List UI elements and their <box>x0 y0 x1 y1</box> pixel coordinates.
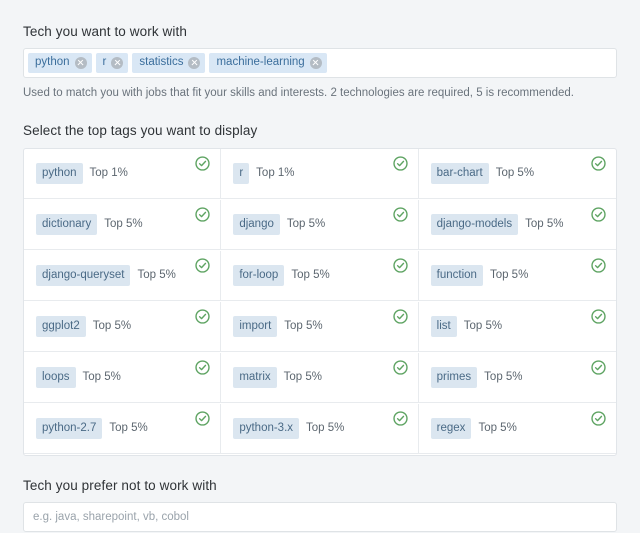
tag-selected-check-icon[interactable] <box>195 360 211 375</box>
tech-want-input[interactable]: python r statistics machine-learning <box>23 48 617 78</box>
tech-want-pill-label: python <box>35 56 70 69</box>
tag-name: primes <box>430 367 478 388</box>
tag-selected-check-icon[interactable] <box>591 207 606 222</box>
tag-cell[interactable]: function Top 5% <box>418 251 616 301</box>
tag-rank-label: Top 5% <box>283 371 322 384</box>
tag-selected-check-icon[interactable] <box>195 411 211 426</box>
tag-selected-check-icon[interactable] <box>392 309 408 324</box>
tag-selected-check-icon[interactable] <box>392 411 408 426</box>
tag-cell[interactable]: primes Top 5% <box>418 353 616 403</box>
remove-tag-icon[interactable] <box>74 57 87 69</box>
tag-rank-label: Top 5% <box>525 218 564 231</box>
remove-tag-icon[interactable] <box>188 57 201 69</box>
tag-name: python-2.7 <box>36 418 103 439</box>
tag-rank-label: Top 5% <box>92 320 132 333</box>
tag-name: python <box>36 163 83 184</box>
settings-page: Tech you want to work with python r statis… <box>0 0 640 533</box>
tag-cell[interactable]: matrix Top 5% <box>221 352 419 403</box>
tech-want-pill[interactable]: machine-learning <box>209 53 327 73</box>
tech-want-helper-text: Used to match you with jobs that fit you… <box>23 87 574 99</box>
tag-rank-label: Top 5% <box>478 422 517 435</box>
tag-selected-check-icon[interactable] <box>591 411 606 426</box>
tag-cell[interactable]: python Top 1% <box>24 148 222 199</box>
tag-name: django-queryset <box>36 265 131 286</box>
tech-want-pill[interactable]: r <box>95 53 129 73</box>
tag-cell[interactable]: django-queryset Top 5% <box>24 250 222 301</box>
tag-name: r <box>233 163 250 184</box>
tag-rank-label: Top 5% <box>463 320 503 333</box>
tag-cell[interactable]: python-3.x Top 5% <box>221 403 419 454</box>
tag-name: bar-chart <box>430 163 489 184</box>
tag-selected-check-icon[interactable] <box>195 258 211 273</box>
tag-selected-check-icon[interactable] <box>591 360 606 375</box>
tech-avoid-title: Tech you prefer not to work with <box>23 477 217 493</box>
tag-cell[interactable]: for-loop Top 5% <box>221 250 419 301</box>
tag-rank-label: Top 1% <box>256 167 295 180</box>
tag-name: list <box>430 316 457 337</box>
tag-cell[interactable]: django Top 5% <box>221 199 419 250</box>
tech-want-pill[interactable]: python <box>28 53 92 73</box>
tag-name: django-models <box>430 214 519 235</box>
tag-name: python-3.x <box>233 418 300 439</box>
tech-want-pill-label: statistics <box>139 56 184 69</box>
tag-rank-label: Top 5% <box>484 371 523 384</box>
page-title: Tech you want to work with <box>23 24 187 39</box>
tag-name: loops <box>36 367 76 388</box>
tag-cell[interactable]: list Top 5% <box>418 302 616 352</box>
tag-rank-label: Top 5% <box>306 422 345 435</box>
top-tags-grid: python Top 1% r Top 1% bar-chart Top 5% dictio… <box>23 147 617 456</box>
tag-cell[interactable]: regex Top 5% <box>418 404 616 454</box>
tag-selected-check-icon[interactable] <box>195 207 211 222</box>
tag-selected-check-icon[interactable] <box>591 258 606 273</box>
tech-want-pill-label: machine-learning <box>216 56 305 69</box>
tag-rank-label: Top 5% <box>291 269 330 282</box>
tag-cell[interactable]: django-models Top 5% <box>418 200 616 250</box>
tag-name: ggplot2 <box>36 316 86 337</box>
tag-cell[interactable]: python-2.7 Top 5% <box>24 403 222 454</box>
tag-name: matrix <box>233 367 277 388</box>
tag-name: django <box>233 214 280 235</box>
tag-selected-check-icon[interactable] <box>591 309 606 324</box>
tech-want-pill-label: r <box>102 56 107 69</box>
tag-cell[interactable]: import Top 5% <box>221 301 419 352</box>
tag-rank-label: Top 5% <box>137 269 176 282</box>
tag-rank-label: Top 5% <box>109 422 148 435</box>
tag-rank-label: Top 5% <box>495 167 535 180</box>
tech-avoid-placeholder: e.g. java, sharepoint, vb, cobol <box>33 510 189 523</box>
tag-rank-label: Top 5% <box>286 218 326 231</box>
tag-cell[interactable]: bar-chart Top 5% <box>418 149 616 199</box>
tag-selected-check-icon[interactable] <box>392 360 408 375</box>
tag-cell[interactable]: loops Top 5% <box>24 352 222 403</box>
tag-name: import <box>233 316 278 337</box>
tag-selected-check-icon[interactable] <box>392 207 408 222</box>
tag-selected-check-icon[interactable] <box>195 309 211 324</box>
tag-name: regex <box>430 418 472 439</box>
tag-selected-check-icon[interactable] <box>392 258 408 273</box>
tag-name: dictionary <box>36 214 98 235</box>
remove-tag-icon[interactable] <box>309 57 322 69</box>
tag-selected-check-icon[interactable] <box>591 156 606 171</box>
tag-selected-check-icon[interactable] <box>195 156 211 171</box>
tag-name: function <box>430 265 483 286</box>
tag-rank-label: Top 5% <box>489 269 529 282</box>
tag-cell[interactable]: dictionary Top 5% <box>24 199 222 250</box>
tag-rank-label: Top 1% <box>89 167 128 180</box>
tag-rank-label: Top 5% <box>104 218 143 231</box>
tag-rank-label: Top 5% <box>284 320 323 333</box>
tech-want-pill-list: python r statistics machine-learning <box>28 53 327 73</box>
tag-rank-label: Top 5% <box>82 371 121 384</box>
tag-selected-check-icon[interactable] <box>392 156 408 171</box>
tag-name: for-loop <box>233 265 285 286</box>
remove-tag-icon[interactable] <box>111 57 124 69</box>
top-tags-title: Select the top tags you want to display <box>23 122 258 138</box>
tech-want-pill[interactable]: statistics <box>132 53 206 73</box>
tech-avoid-input[interactable]: e.g. java, sharepoint, vb, cobol <box>23 501 617 532</box>
tag-cell[interactable]: r Top 1% <box>221 148 419 199</box>
tag-cell[interactable]: ggplot2 Top 5% <box>24 301 222 352</box>
